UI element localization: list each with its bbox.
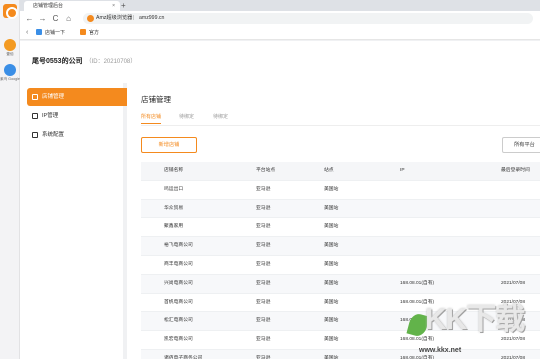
table-cell: 美国站 xyxy=(324,337,339,343)
ip-icon xyxy=(32,113,38,119)
table-row[interactable]: 裕飞电商公司 亚马逊 美国站 xyxy=(141,237,540,256)
bookmark-item[interactable]: 官方 xyxy=(80,26,99,40)
table-cell: 诸佰电子商务公司 xyxy=(164,355,203,359)
bookmark-label: 官方 xyxy=(89,30,100,36)
address-bar-row: ← → C ⌂ Amz超级浏览器 | amz999.cn xyxy=(20,11,540,26)
shop-icon xyxy=(32,94,38,100)
table-cell: 亚马逊 xyxy=(256,205,271,211)
table-header: 店铺名称 平台站点 站点 IP 最后登录时间 xyxy=(141,162,540,181)
address-bar[interactable]: Amz超级浏览器 | amz999.cn xyxy=(83,13,533,24)
address-url[interactable]: amz999.cn xyxy=(139,13,164,24)
app-rail: 壹佰 紫鸟 Google xyxy=(0,0,20,359)
sidebar-item-label: 系统配置 xyxy=(42,132,65,138)
tab-divider xyxy=(141,125,540,126)
tab-all-shops[interactable]: 所有店铺 xyxy=(141,112,162,124)
company-id: （ID：20210708） xyxy=(85,59,137,65)
bookmark-back-icon[interactable]: ‹ xyxy=(26,26,28,40)
table-cell: 美国站 xyxy=(324,224,339,230)
table-cell: 美国站 xyxy=(324,355,339,359)
table-row[interactable]: 商丰电商公司 亚马逊 美国站 xyxy=(141,255,540,275)
platform-filter-button[interactable]: 所有平台 xyxy=(502,137,540,153)
new-tab-icon[interactable]: + xyxy=(121,0,126,11)
sidebar-item-label: 店铺管理 xyxy=(42,94,65,100)
rail-app-icon[interactable] xyxy=(4,64,16,76)
tab-pending-bind-2[interactable]: 待绑定 xyxy=(213,112,228,122)
rail-app-icon[interactable] xyxy=(4,39,16,51)
watermark-logo: KK下载 www.kkx.net xyxy=(405,300,540,359)
table-cell: 鸣运出口 xyxy=(164,186,184,192)
table-cell: 裕飞电商公司 xyxy=(164,243,193,249)
browser-tab-title: 店铺管理后台 xyxy=(33,3,64,9)
browser-logo-icon[interactable] xyxy=(3,4,18,19)
page-header: 尾号0553的公司 （ID：20210708） xyxy=(20,41,540,83)
table-cell: 亚马逊 xyxy=(256,355,271,359)
company-title: 尾号0553的公司 xyxy=(32,58,83,65)
page-title: 店铺管理 xyxy=(141,95,171,104)
bookmark-item[interactable]: 店铺一下 xyxy=(36,26,65,40)
column-header: 站点 xyxy=(324,168,334,173)
sidebar-item-shop-management[interactable]: 店铺管理 › xyxy=(27,88,135,106)
table-cell: 兴尚电商公司 xyxy=(164,280,193,286)
settings-icon xyxy=(32,132,38,138)
table-cell: 亚马逊 xyxy=(256,318,271,324)
table-cell: 168.08.01(自有) xyxy=(400,280,435,286)
reload-icon[interactable]: C xyxy=(50,13,61,24)
column-header: 平台站点 xyxy=(256,168,276,173)
table-cell: 美国站 xyxy=(324,243,339,249)
table-cell: 美国站 xyxy=(324,186,339,192)
sidebar-item-label: IP管理 xyxy=(42,113,59,119)
forward-arrow-icon[interactable]: → xyxy=(37,13,48,24)
table-row[interactable]: 聚鑫家用 亚马逊 美国站 xyxy=(141,218,540,238)
add-shop-button[interactable]: 新增店铺 xyxy=(141,137,197,153)
table-row[interactable]: 华众贸易 亚马逊 美国站 xyxy=(141,199,540,219)
sidebar-item-system-config[interactable]: 系统配置 › xyxy=(27,126,135,144)
bookmark-bar: ‹ 店铺一下 官方 xyxy=(20,26,540,40)
table-cell: 亚马逊 xyxy=(256,224,271,230)
table-cell: 亚马逊 xyxy=(256,261,271,267)
column-header: 店铺名称 xyxy=(164,168,184,173)
table-cell: 松汇电商公司 xyxy=(164,318,193,324)
browser-tab[interactable]: 店铺管理后台 × xyxy=(24,1,120,11)
tab-strip: 店铺管理后台 × + xyxy=(20,0,540,11)
table-cell: 首帆电商公司 xyxy=(164,299,193,305)
table-cell: 亚马逊 xyxy=(256,186,271,192)
column-header: IP xyxy=(400,168,405,173)
table-cell: 聚鑫家用 xyxy=(164,224,184,230)
table-cell: 美国站 xyxy=(324,261,339,267)
table-cell: 亚马逊 xyxy=(256,243,271,249)
tab-pending-bind[interactable]: 待绑定 xyxy=(179,112,194,122)
bookmark-label: 店铺一下 xyxy=(45,30,66,36)
column-header: 最后登录时间 xyxy=(501,168,530,173)
watermark-url: www.kkx.net xyxy=(419,347,462,354)
table-row[interactable]: 鸣运出口 亚马逊 美国站 xyxy=(141,180,540,200)
table-cell: 美国站 xyxy=(324,299,339,305)
table-cell: 亚马逊 xyxy=(256,337,271,343)
rail-app-label: 壹佰 xyxy=(6,52,14,56)
sidebar-item-ip-management[interactable]: IP管理 › xyxy=(27,107,135,125)
table-cell: 华众贸易 xyxy=(164,205,184,211)
table-cell: 美国站 xyxy=(324,205,339,211)
address-separator: | xyxy=(133,15,135,21)
close-icon[interactable]: × xyxy=(112,2,115,10)
table-cell: 美国站 xyxy=(324,318,339,324)
table-row[interactable]: 兴尚电商公司 亚马逊 美国站 168.08.01(自有) 2021/07/08 xyxy=(141,274,540,294)
watermark-text: KK下载 xyxy=(425,303,525,336)
bookmark-icon xyxy=(80,29,86,35)
browser-brand-icon xyxy=(87,15,94,22)
back-arrow-icon[interactable]: ← xyxy=(24,13,35,24)
table-cell: 2021/07/08 xyxy=(501,280,526,286)
sidebar: 店铺管理 › IP管理 › 系统配置 › xyxy=(20,83,135,359)
table-cell: 美国站 xyxy=(324,280,339,286)
bookmark-icon xyxy=(36,29,42,35)
browser-brand: Amz超级浏览器 xyxy=(96,15,133,21)
table-cell: 亚马逊 xyxy=(256,299,271,305)
rail-app-label: 紫鸟 Google xyxy=(0,77,20,81)
home-icon[interactable]: ⌂ xyxy=(63,13,74,24)
company-name: 尾号0553的公司 （ID：20210708） xyxy=(32,57,136,67)
table-cell: 凯宏电商公司 xyxy=(164,337,193,343)
table-cell: 商丰电商公司 xyxy=(164,261,193,267)
table-cell: 亚马逊 xyxy=(256,280,271,286)
